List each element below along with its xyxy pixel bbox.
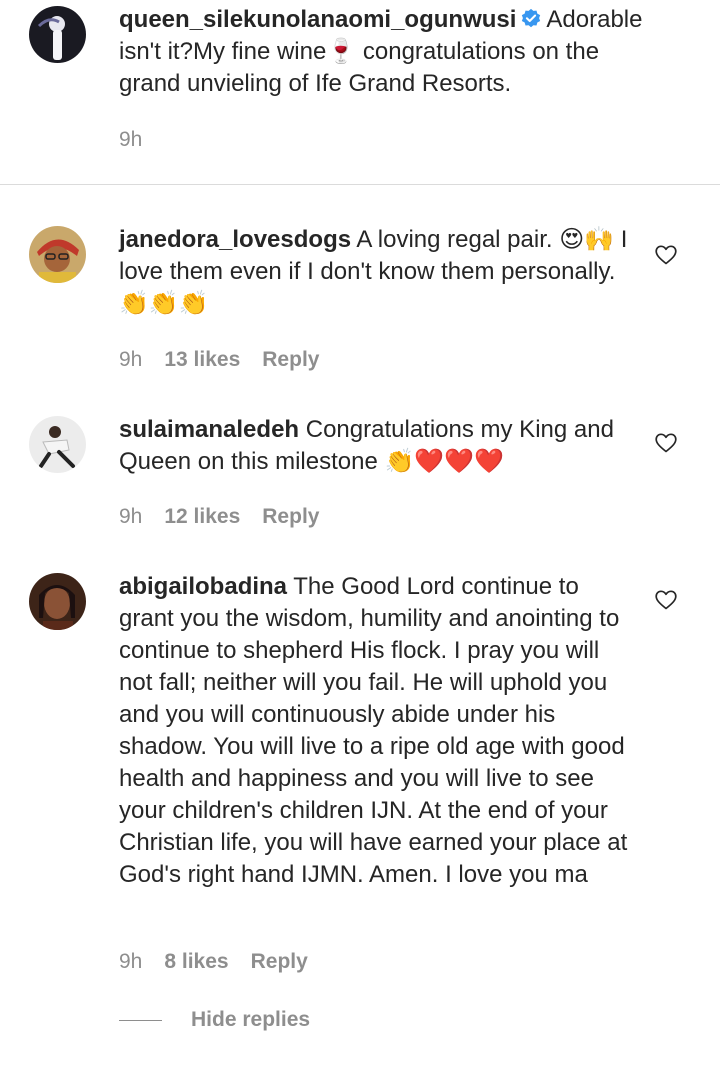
timestamp: 9h	[119, 128, 143, 151]
divider	[0, 184, 720, 185]
comment-meta: 9h	[119, 128, 142, 152]
reply-button[interactable]: Reply	[251, 950, 308, 974]
likes-count[interactable]: 13 likes	[164, 348, 240, 372]
timestamp: 9h	[119, 505, 143, 528]
username[interactable]: sulaimanaledeh	[119, 416, 299, 443]
comment-meta: 9h 12 likes Reply	[119, 505, 319, 529]
avatar[interactable]	[29, 6, 86, 63]
username[interactable]: janedora_lovesdogs	[119, 226, 351, 253]
heart-outline-icon[interactable]	[654, 431, 678, 455]
comment-meta: 9h 8 likes Reply	[119, 950, 308, 974]
verified-badge-icon	[520, 7, 542, 29]
avatar[interactable]	[29, 226, 86, 283]
username[interactable]: queen_silekunolanaomi_ogunwusi	[119, 6, 516, 33]
comment-text-block: abigailobadina The Good Lord continue to…	[119, 571, 629, 891]
reply-button[interactable]: Reply	[262, 348, 319, 372]
comment-text-block: queen_silekunolanaomi_ogunwusi Adorable i…	[119, 4, 649, 100]
comment-text-block: sulaimanaledeh Congratulations my King a…	[119, 414, 639, 478]
hide-replies-button[interactable]: Hide replies	[119, 1008, 310, 1032]
reply-button[interactable]: Reply	[262, 505, 319, 529]
heart-outline-icon[interactable]	[654, 243, 678, 267]
hide-replies-line	[119, 1019, 162, 1021]
timestamp: 9h	[119, 950, 143, 973]
username[interactable]: abigailobadina	[119, 573, 287, 600]
timestamp: 9h	[119, 348, 143, 371]
comment-meta: 9h 13 likes Reply	[119, 348, 319, 372]
hide-replies-label: Hide replies	[191, 1008, 311, 1031]
likes-count[interactable]: 8 likes	[164, 950, 228, 974]
comment-text: The Good Lord continue to grant you the …	[119, 573, 628, 888]
comment-text-block: janedora_lovesdogs A loving regal pair. …	[119, 224, 639, 320]
avatar[interactable]	[29, 416, 86, 473]
avatar[interactable]	[29, 573, 86, 630]
heart-outline-icon[interactable]	[654, 588, 678, 612]
likes-count[interactable]: 12 likes	[164, 505, 240, 529]
